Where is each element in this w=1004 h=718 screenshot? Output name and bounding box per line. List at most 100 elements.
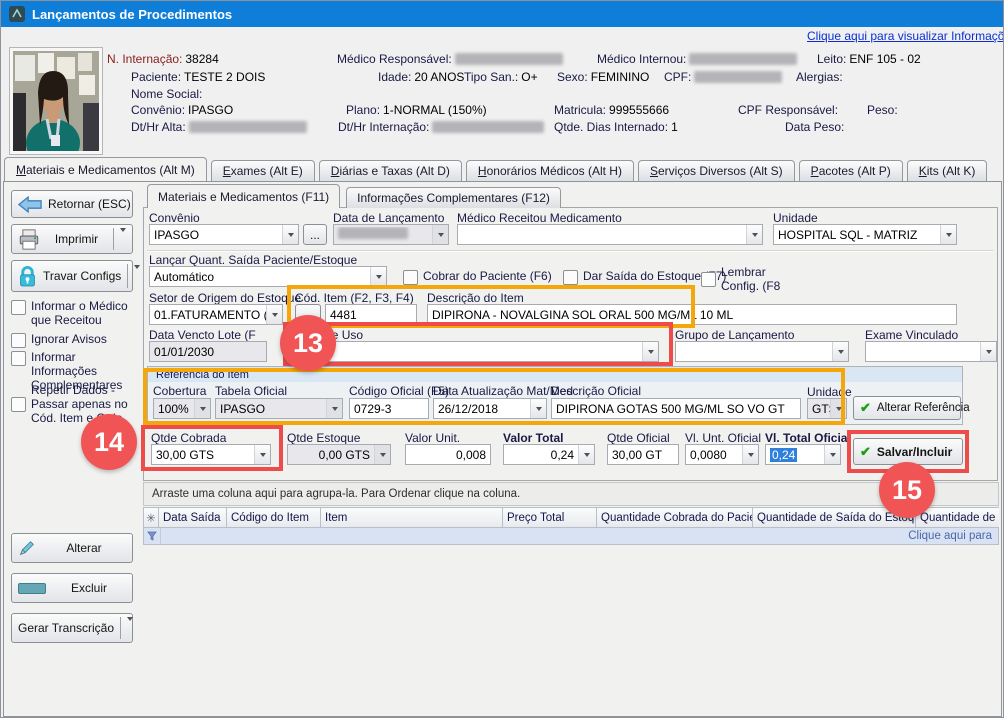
alterar-label: Alterar bbox=[42, 541, 126, 555]
qtde-oficial-input[interactable]: 30,00 GT bbox=[607, 444, 679, 465]
column-data-saida[interactable]: Data Saída bbox=[159, 507, 227, 528]
cobertura-select[interactable]: 100% bbox=[153, 398, 211, 419]
chevron-down-icon[interactable] bbox=[940, 225, 956, 244]
convenio-select[interactable]: IPASGO bbox=[149, 224, 299, 245]
retornar-button[interactable]: Retornar (ESC) bbox=[11, 190, 133, 218]
tab-pacotes[interactable]: Pacotes (Alt P) bbox=[799, 160, 903, 181]
column-qtd-sa[interactable]: Quantidade de Sa bbox=[916, 507, 999, 528]
qtde-dias-label: Qtde. Dias Internado: bbox=[554, 120, 668, 134]
gerar-transcricao-button[interactable]: Gerar Transcrição bbox=[11, 613, 133, 643]
grid-corner-icon[interactable]: ✳ bbox=[143, 507, 159, 528]
medico-receitou-select[interactable] bbox=[457, 224, 763, 245]
codigo-oficial-input[interactable]: 0729-3 bbox=[349, 398, 429, 419]
column-qtd-cobrada-paciente[interactable]: Quantidade Cobrada do Paciente bbox=[597, 507, 753, 528]
chevron-down-icon[interactable] bbox=[194, 399, 210, 418]
excluir-label: Excluir bbox=[52, 581, 126, 595]
tab-materiais-e-medicamentos[interactable]: Materiais e Medicamentos (Alt M) bbox=[4, 157, 207, 181]
tabela-oficial-select[interactable]: IPASGO bbox=[215, 398, 343, 419]
chevron-down-icon[interactable] bbox=[120, 232, 126, 246]
grid-groupby-bar[interactable]: Arraste uma coluna aqui para agrupa-la. … bbox=[143, 482, 999, 506]
chevron-down-icon[interactable] bbox=[642, 342, 658, 361]
tab-exames[interactable]: Exames (Alt E) bbox=[211, 160, 315, 181]
checkbox-ignorar-avisos[interactable]: Ignorar Avisos bbox=[11, 332, 137, 348]
chevron-down-icon[interactable] bbox=[530, 399, 546, 418]
chevron-down-icon[interactable] bbox=[824, 445, 840, 464]
column-item[interactable]: Item bbox=[321, 507, 503, 528]
chevron-down-icon[interactable] bbox=[134, 269, 140, 283]
tab-materiais-f11[interactable]: Materiais e Medicamentos (F11) bbox=[147, 184, 340, 208]
grupo-lancamento-select[interactable] bbox=[675, 341, 849, 362]
chevron-down-icon[interactable] bbox=[578, 445, 594, 464]
chevron-down-icon[interactable] bbox=[432, 225, 448, 244]
tab-servicos-diversos[interactable]: Serviços Diversos (Alt S) bbox=[638, 160, 795, 181]
unidade-oficial-select[interactable]: GTS bbox=[807, 398, 847, 419]
imprimir-button[interactable]: Imprimir bbox=[11, 224, 133, 254]
chevron-down-icon[interactable] bbox=[830, 399, 846, 418]
salvar-incluir-button[interactable]: ✔ Salvar/Incluir bbox=[853, 438, 963, 465]
grid-filter-row[interactable]: Clique aqui para bbox=[143, 528, 999, 545]
checkbox-box[interactable] bbox=[11, 397, 26, 412]
convenio-browse-button[interactable]: ... bbox=[303, 224, 327, 245]
tab-informacoes-f12[interactable]: Informações Complementares (F12) bbox=[346, 187, 561, 208]
data-peso: Data Peso: bbox=[785, 120, 844, 134]
alterar-button[interactable]: Alterar bbox=[11, 533, 133, 563]
alterar-referencia-button[interactable]: ✔ Alterar Referência bbox=[853, 396, 961, 420]
alergias-label: Alergias: bbox=[796, 70, 843, 84]
chevron-down-icon[interactable] bbox=[282, 225, 298, 244]
checkbox-box[interactable] bbox=[11, 351, 26, 366]
checkbox-box[interactable] bbox=[403, 270, 418, 285]
lancar-quant-select[interactable]: Automático bbox=[149, 266, 387, 287]
chevron-down-icon[interactable] bbox=[742, 445, 758, 464]
chevron-down-icon[interactable] bbox=[254, 445, 270, 464]
chevron-down-icon[interactable] bbox=[127, 621, 133, 635]
button-divider bbox=[120, 617, 121, 639]
travar-configs-button[interactable]: Travar Configs bbox=[11, 260, 133, 292]
filter-funnel-icon[interactable] bbox=[144, 528, 161, 544]
valor-total-select[interactable]: 0,24 bbox=[503, 444, 595, 465]
cod-item-input[interactable]: 4481 bbox=[325, 304, 417, 325]
chevron-down-icon[interactable] bbox=[832, 342, 848, 361]
checkbox-label: Lembrar Config. (F8 bbox=[721, 265, 797, 293]
tab-diarias-e-taxas[interactable]: Diárias e Taxas (Alt D) bbox=[319, 160, 462, 181]
grupo-lancamento-label: Grupo de Lançamento bbox=[675, 328, 794, 342]
cpf-responsavel: CPF Responsável: bbox=[738, 103, 838, 117]
patient-info-link[interactable]: Clique aqui para visualizar Informações … bbox=[807, 29, 1004, 43]
checkbox-cobrar-paciente[interactable]: Cobrar do Paciente (F6) bbox=[403, 269, 552, 285]
chevron-down-icon[interactable] bbox=[370, 267, 386, 286]
column-codigo-item[interactable]: Código do Item bbox=[227, 507, 321, 528]
plano: Plano: 1-NORMAL (150%) bbox=[346, 103, 487, 117]
vl-unt-oficial-select[interactable]: 0,0080 bbox=[685, 444, 759, 465]
chevron-down-icon[interactable] bbox=[326, 399, 342, 418]
data-lancamento-select[interactable] bbox=[333, 224, 449, 245]
valor-unit-input[interactable]: 0,008 bbox=[405, 444, 491, 465]
column-preco-total[interactable]: Preço Total bbox=[503, 507, 597, 528]
data-atualizacao-select[interactable]: 26/12/2018 bbox=[433, 398, 547, 419]
excluir-button[interactable]: Excluir bbox=[11, 573, 133, 603]
descricao-item-input[interactable]: DIPIRONA - NOVALGINA SOL ORAL 500 MG/ML … bbox=[427, 304, 957, 325]
chevron-down-icon[interactable] bbox=[374, 445, 390, 464]
qtde-estoque-select[interactable]: 0,00 GTS bbox=[287, 444, 391, 465]
exame-vinculado-select[interactable] bbox=[865, 341, 997, 362]
titlebar[interactable]: Lançamentos de Procedimentos bbox=[1, 1, 1003, 27]
unidade-oficial-value: GTS bbox=[808, 402, 830, 416]
checkbox-lembrar-config[interactable]: Lembrar Config. (F8 bbox=[701, 265, 797, 293]
tab-kits[interactable]: Kits (Alt K) bbox=[907, 160, 988, 181]
checkbox-box[interactable] bbox=[563, 270, 578, 285]
chevron-down-icon[interactable] bbox=[266, 305, 282, 324]
local-uso-select[interactable]: LEITO bbox=[293, 341, 659, 362]
qtde-cobrada-select[interactable]: 30,00 GTS bbox=[151, 444, 271, 465]
unidade-select[interactable]: HOSPITAL SQL - MATRIZ bbox=[773, 224, 957, 245]
chevron-down-icon[interactable] bbox=[980, 342, 996, 361]
chevron-down-icon[interactable] bbox=[746, 225, 762, 244]
setor-origem-label: Setor de Origem do Estoque bbox=[149, 291, 301, 305]
tab-honorarios-medicos[interactable]: Honorários Médicos (Alt H) bbox=[466, 160, 634, 181]
checkbox-box[interactable] bbox=[11, 333, 26, 348]
vl-total-oficial-select[interactable]: 0,24 bbox=[765, 444, 841, 465]
descricao-oficial-input[interactable]: DIPIRONA GOTAS 500 MG/ML SO VO GT bbox=[551, 398, 801, 419]
checkbox-box[interactable] bbox=[11, 300, 26, 315]
filter-hint[interactable]: Clique aqui para bbox=[161, 530, 998, 542]
checkbox-box[interactable] bbox=[701, 272, 716, 287]
data-vencto-input[interactable]: 01/01/2030 bbox=[149, 341, 267, 362]
checkbox-informar-medico[interactable]: Informar o Médico que Receitou bbox=[11, 299, 137, 327]
setor-origem-select[interactable]: 01.FATURAMENTO (VIR bbox=[149, 304, 283, 325]
